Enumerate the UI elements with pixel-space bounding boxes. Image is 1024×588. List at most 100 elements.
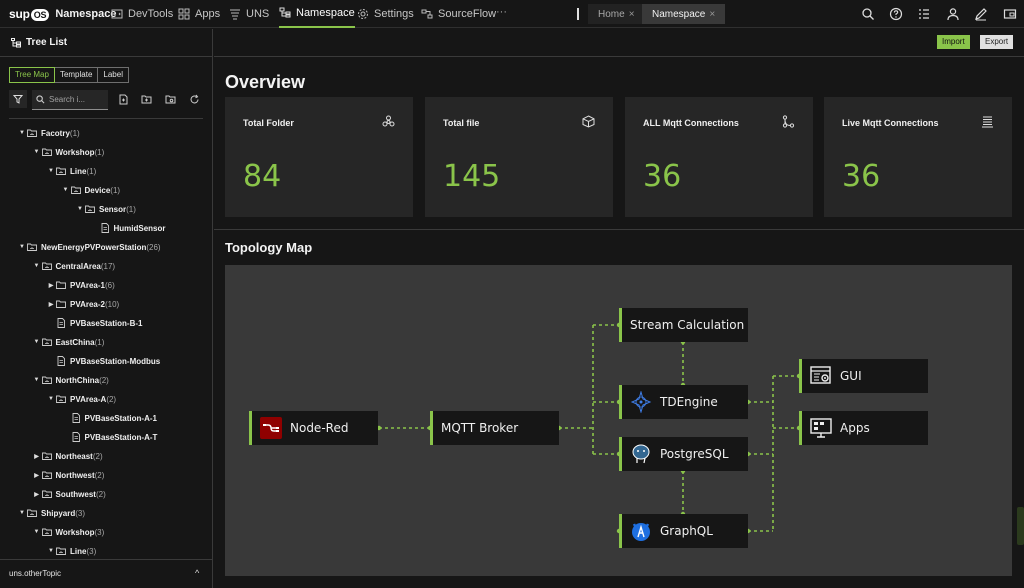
nav-item-apps[interactable]: Apps [178, 0, 220, 28]
caret-down-icon[interactable]: ▼ [46, 168, 56, 174]
tree-item[interactable]: ▶ Northeast (2) [32, 448, 102, 464]
import-button[interactable]: Import [937, 35, 970, 49]
refresh-button[interactable] [189, 94, 200, 105]
nav-item-settings[interactable]: Settings [357, 0, 414, 28]
node-node-red[interactable]: Node-Red [249, 411, 378, 445]
caret-down-icon[interactable]: ▼ [46, 396, 56, 402]
tree-item[interactable]: ▼ Shipyard (3) [17, 505, 85, 521]
tree-item[interactable]: ▶PVBaseStation-B-1 [46, 315, 142, 331]
chevron-up-icon[interactable]: ^ [195, 568, 199, 578]
tree-item[interactable]: ▶ PVArea-1 (6) [46, 277, 115, 293]
tree-item[interactable]: ▶PVBaseStation-Modbus [46, 353, 160, 369]
sidebar: Tree List Tree Map Template Label ▼ Facot… [0, 29, 213, 588]
segment-label[interactable]: Label [98, 68, 128, 82]
caret-down-icon[interactable]: ▼ [17, 510, 27, 516]
brand[interactable]: sup OS Namespace [9, 7, 117, 21]
caret-right-icon[interactable]: ▶ [32, 453, 42, 460]
tree-item-label: PVBaseStation-A-1 [84, 413, 157, 423]
caret-down-icon[interactable]: ▼ [32, 339, 42, 345]
caret-down-icon[interactable]: ▼ [32, 263, 42, 269]
stat-card-live-mqtt: Live Mqtt Connections 36 [824, 97, 1012, 217]
folder-network-icon [41, 262, 52, 270]
segment-template[interactable]: Template [55, 68, 99, 82]
tree-item[interactable]: ▼ Line (1) [46, 163, 96, 179]
tab-namespace[interactable]: Namespace × [642, 4, 726, 24]
tree-item[interactable]: ▼ Workshop (1) [32, 144, 105, 160]
search-input[interactable] [49, 95, 105, 104]
close-icon[interactable]: × [709, 9, 715, 20]
caret-down-icon[interactable]: ▼ [61, 187, 71, 193]
tree-item[interactable]: ▼ Sensor (1) [75, 201, 136, 217]
search-icon[interactable] [861, 7, 875, 21]
stat-card-all-mqtt: ALL Mqtt Connections 36 [625, 97, 813, 217]
tree-item[interactable]: ▶PVBaseStation-A-1 [61, 410, 157, 426]
export-button[interactable]: Export [980, 35, 1014, 49]
help-icon[interactable] [889, 7, 903, 21]
nav-label: SourceFlow [438, 8, 497, 20]
tree-item[interactable]: ▼ Line (3) [46, 543, 96, 557]
user-icon[interactable] [946, 7, 960, 21]
tree-item[interactable]: ▶ Southwest (2) [32, 486, 106, 502]
divider [9, 118, 203, 119]
tree-item[interactable]: ▶HumidSensor [90, 220, 166, 236]
tree-item[interactable]: ▼ NewEnergyPVPowerStation (26) [17, 239, 161, 255]
folder-icon [56, 300, 66, 308]
edit-icon[interactable] [974, 7, 988, 21]
node-apps[interactable]: Apps [799, 411, 928, 445]
tree-item[interactable]: ▼ Facotry (1) [17, 125, 80, 141]
filter-button[interactable] [9, 90, 27, 108]
node-graphql[interactable]: GraphQL [619, 514, 748, 548]
topic-footer[interactable]: uns.otherTopic ^ [0, 559, 212, 588]
node-postgresql[interactable]: PostgreSQL [619, 437, 748, 471]
node-stream-calculation[interactable]: Stream Calculation [619, 308, 748, 342]
caret-down-icon[interactable]: ▼ [32, 529, 42, 535]
tree-icon [11, 37, 21, 47]
tree-item[interactable]: ▼ Workshop (3) [32, 524, 105, 540]
caret-right-icon[interactable]: ▶ [32, 491, 42, 498]
caret-down-icon[interactable]: ▼ [32, 149, 42, 155]
caret-right-icon[interactable]: ▶ [32, 472, 42, 479]
caret-down-icon[interactable]: ▼ [17, 130, 27, 136]
folder-settings-button[interactable] [165, 94, 176, 105]
tree-item[interactable]: ▶ Northwest (2) [32, 467, 104, 483]
panel-drag-handle[interactable] [1017, 507, 1024, 545]
divider [214, 229, 1024, 230]
more-menu-button[interactable]: ··· [496, 6, 507, 18]
new-file-button[interactable] [118, 94, 129, 105]
caret-down-icon[interactable]: ▼ [17, 244, 27, 250]
caret-right-icon[interactable]: ▶ [46, 282, 56, 289]
tree-item[interactable]: ▼ CentralArea (17) [32, 258, 116, 274]
topology-title: Topology Map [225, 240, 313, 255]
file-icon [101, 223, 109, 233]
node-mqtt-broker[interactable]: MQTT Broker [430, 411, 559, 445]
tree-item[interactable]: ▼ PVArea-A (2) [46, 391, 116, 407]
caret-down-icon[interactable]: ▼ [32, 377, 42, 383]
node-tdengine[interactable]: TDEngine [619, 385, 748, 419]
list-icon[interactable] [917, 7, 931, 21]
nav-item-sourceflow[interactable]: SourceFlow [421, 0, 496, 28]
folder-network-icon [382, 115, 395, 128]
caret-right-icon[interactable]: ▶ [46, 301, 56, 308]
tree-item[interactable]: ▼ NorthChina (2) [32, 372, 109, 388]
tab-home[interactable]: Home × [588, 4, 645, 24]
new-folder-button[interactable] [141, 94, 152, 105]
nav-item-uns[interactable]: UNS [229, 0, 269, 28]
tree-item-label: Line [70, 166, 87, 176]
search-box [32, 90, 108, 110]
nav-item-namespace[interactable]: Namespace [279, 0, 355, 28]
close-icon[interactable]: × [629, 9, 635, 20]
caret-down-icon[interactable]: ▼ [75, 206, 85, 212]
tree-item-label: Northwest [55, 470, 95, 480]
tree-item[interactable]: ▶PVBaseStation-A-T [61, 429, 157, 445]
postgresql-icon [630, 443, 652, 465]
node-gui[interactable]: GUI [799, 359, 928, 393]
apps-monitor-icon [810, 417, 832, 439]
tree-item[interactable]: ▼ EastChina (1) [32, 334, 105, 350]
tree-item[interactable]: ▶ PVArea-2 (10) [46, 296, 120, 312]
tree-item[interactable]: ▼ Device (1) [61, 182, 121, 198]
window-icon[interactable] [1003, 7, 1017, 21]
tree-item-count: (1) [86, 166, 97, 176]
segment-tree-map[interactable]: Tree Map [9, 67, 55, 83]
nav-item-devtools[interactable]: DevTools [111, 0, 173, 28]
caret-down-icon[interactable]: ▼ [46, 548, 56, 554]
